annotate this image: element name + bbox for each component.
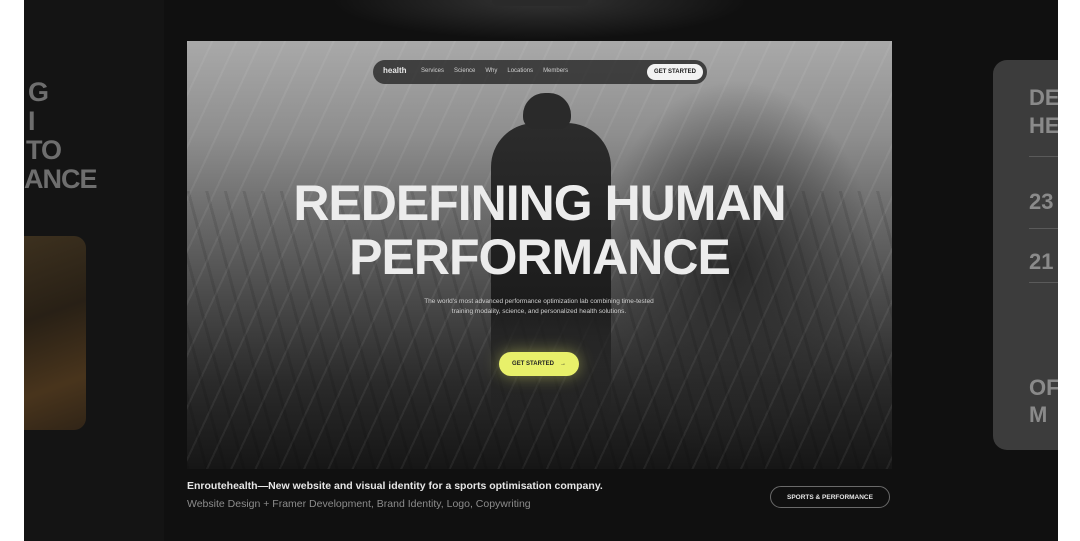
right-card-text: DE bbox=[1029, 85, 1058, 110]
left-card-line: I bbox=[28, 106, 36, 136]
nav-link-science[interactable]: Science bbox=[454, 68, 475, 74]
right-faded-card[interactable]: DE HE 23 21 OF M bbox=[993, 60, 1058, 450]
top-card-sliver bbox=[492, 0, 588, 6]
left-card-heading: G I TO ANCE bbox=[24, 78, 164, 194]
hero-subtext: The world's most advanced performance op… bbox=[424, 298, 654, 315]
nav-link-locations[interactable]: Locations bbox=[507, 68, 533, 74]
site-logo[interactable]: health bbox=[383, 66, 407, 75]
right-card-stat: 21 bbox=[1029, 249, 1054, 274]
left-card-line: ANCE bbox=[24, 164, 98, 194]
hero-cta-label: GET STARTED bbox=[512, 361, 554, 367]
left-card-image bbox=[24, 236, 86, 430]
showcase-stage: G I TO ANCE health Services Science Why … bbox=[0, 0, 1058, 541]
right-card-text: HE bbox=[1029, 113, 1058, 138]
nav-link-services[interactable]: Services bbox=[421, 68, 444, 74]
nav-link-why[interactable]: Why bbox=[485, 68, 497, 74]
right-card-divider bbox=[1029, 282, 1058, 283]
left-frame-edge bbox=[0, 0, 24, 541]
top-glow bbox=[330, 0, 750, 40]
category-tag[interactable]: SPORTS & PERFORMANCE bbox=[770, 486, 890, 508]
right-card-text: M bbox=[1029, 402, 1048, 427]
right-card-stat: 23 bbox=[1029, 189, 1054, 214]
project-preview-card[interactable]: health Services Science Why Locations Me… bbox=[187, 41, 892, 469]
arrow-right-icon: → bbox=[559, 361, 566, 367]
right-card-divider bbox=[1029, 228, 1058, 229]
nav-cta-button[interactable]: GET STARTED bbox=[647, 64, 703, 80]
left-card-line: TO bbox=[26, 135, 62, 165]
site-nav: health Services Science Why Locations Me… bbox=[373, 60, 707, 84]
left-card-line: G bbox=[28, 78, 49, 107]
project-title: Enroutehealth—New website and visual ide… bbox=[187, 480, 603, 492]
nav-link-members[interactable]: Members bbox=[543, 68, 568, 74]
right-card-text: OF bbox=[1029, 375, 1058, 400]
project-services: Website Design + Framer Development, Bra… bbox=[187, 498, 531, 510]
nav-links: Services Science Why Locations Members bbox=[421, 68, 568, 74]
hero-headline: REDEFINING HUMAN PERFORMANCE bbox=[293, 175, 786, 285]
right-card-divider bbox=[1029, 156, 1058, 157]
hiker-head bbox=[523, 93, 571, 129]
hero-cta-button[interactable]: GET STARTED → bbox=[499, 352, 579, 376]
